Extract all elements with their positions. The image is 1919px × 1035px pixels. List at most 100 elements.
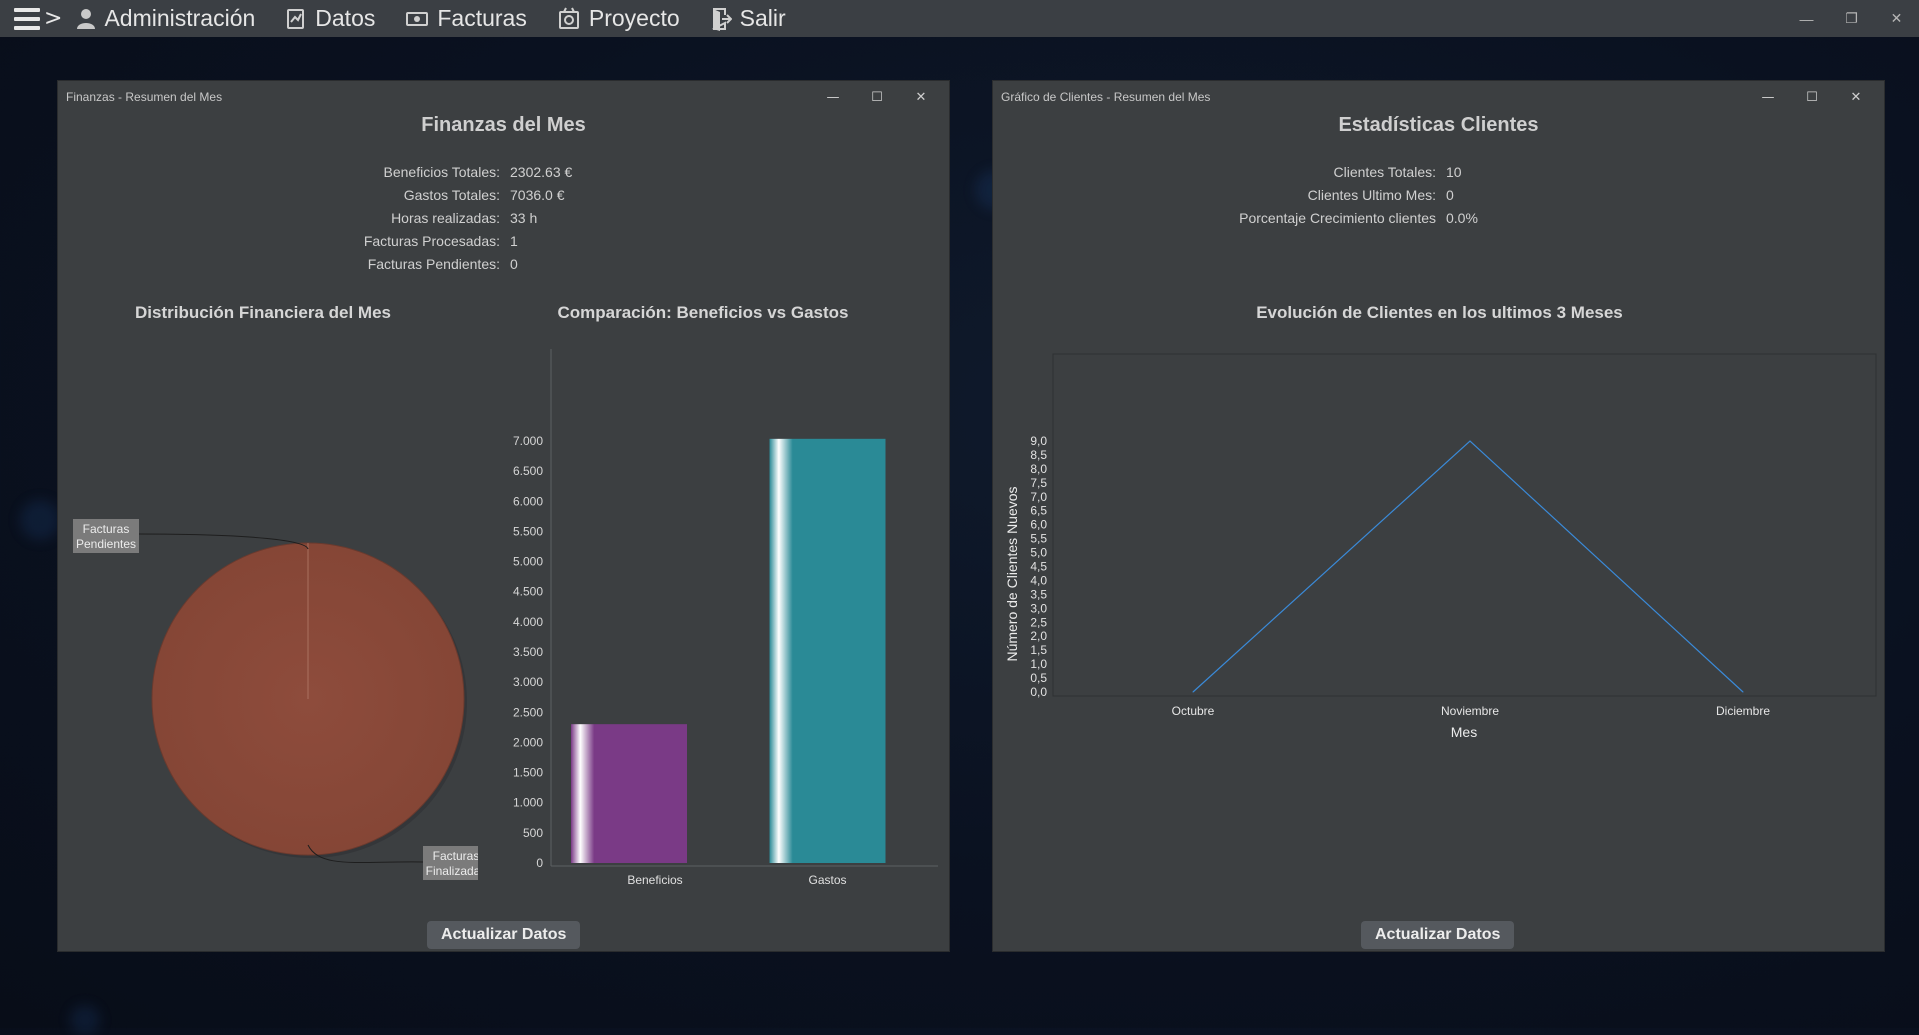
minimize-icon[interactable]: —: [1784, 0, 1829, 37]
stat-label: Beneficios Totales:: [383, 164, 500, 180]
finance-window: Finanzas - Resumen del Mes — ☐ ✕ Finanza…: [57, 80, 950, 952]
data-icon: [287, 8, 305, 29]
stat-value: 7036.0 €: [510, 187, 565, 203]
menu-salir[interactable]: Salir: [710, 5, 786, 32]
menu-label: Proyecto: [588, 5, 680, 31]
y-tick-label: 6,0: [1030, 518, 1047, 532]
maximize-icon[interactable]: ☐: [855, 81, 899, 113]
y-tick-label: 6.000: [513, 494, 543, 508]
stat-row: Beneficios Totales: 2302.63 €: [238, 164, 573, 180]
plot-area: [1052, 353, 1877, 697]
line-chart-title: Evolución de Clientes en los ultimos 3 M…: [1256, 303, 1623, 322]
window-title: Finanzas - Resumen del Mes: [66, 90, 223, 104]
stat-row: Facturas Pendientes: 0: [238, 256, 518, 272]
y-tick-label: 4.500: [513, 585, 543, 599]
user-icon: [77, 8, 96, 29]
stat-value: 33 h: [510, 210, 538, 226]
stat-label: Porcentaje Crecimiento clientes: [1239, 210, 1436, 226]
clients-heading: Estadísticas Clientes: [1338, 114, 1539, 136]
finance-heading: Finanzas del Mes: [421, 114, 586, 136]
stat-value: 0: [510, 256, 518, 272]
close-icon[interactable]: ✕: [1834, 81, 1878, 113]
bar: [571, 724, 687, 863]
data-point: [1192, 691, 1194, 693]
stat-row: Gastos Totales: 7036.0 €: [238, 187, 565, 203]
y-tick-label: 4,5: [1030, 560, 1047, 574]
menu-label: Datos: [315, 5, 376, 31]
stat-value: 2302.63 €: [510, 164, 573, 180]
minimize-icon[interactable]: —: [1746, 81, 1790, 113]
data-point: [1742, 691, 1744, 693]
y-tick-label: 4,0: [1030, 573, 1047, 587]
window-titlebar[interactable]: Finanzas - Resumen del Mes — ☐ ✕: [58, 81, 949, 113]
window-titlebar[interactable]: Gráfico de Clientes - Resumen del Mes — …: [993, 81, 1884, 113]
refresh-button[interactable]: Actualizar Datos: [1361, 921, 1515, 949]
y-tick-label: 7,0: [1030, 490, 1047, 504]
y-tick-label: 500: [523, 826, 543, 840]
line-chart: 0,00,51,01,52,02,53,03,54,04,55,05,56,06…: [1004, 353, 1877, 740]
y-tick-label: 1,5: [1030, 643, 1047, 657]
maximize-icon[interactable]: ☐: [1790, 81, 1834, 113]
y-tick-label: 5,5: [1030, 532, 1047, 546]
data-point: [1469, 440, 1471, 442]
y-tick-label: 2.500: [513, 705, 543, 719]
y-tick-label: 3.500: [513, 645, 543, 659]
pie-label-text: Facturas: [83, 522, 130, 536]
y-tick-label: 3,5: [1030, 587, 1047, 601]
stat-label: Facturas Pendientes:: [367, 256, 500, 272]
y-tick-label: 9,0: [1030, 434, 1047, 448]
stat-row: Clientes Ultimo Mes: 0: [1093, 187, 1454, 203]
clients-window: Gráfico de Clientes - Resumen del Mes — …: [992, 80, 1885, 952]
close-icon[interactable]: ✕: [1874, 0, 1919, 37]
window-controls: — ❐ ✕: [1784, 0, 1919, 37]
background-glow: [70, 1005, 100, 1035]
y-tick-label: 2.000: [513, 735, 543, 749]
menu-proyecto[interactable]: Proyecto: [557, 5, 680, 32]
stat-label: Clientes Ultimo Mes:: [1307, 187, 1436, 203]
y-tick-label: 2,0: [1030, 629, 1047, 643]
bar-chart: 0 500 1.000 1.500 2.000 2.500 3.000 3.500 4.000 4…: [513, 349, 938, 887]
y-tick-label: 5,0: [1030, 546, 1047, 560]
y-tick-label: 6,5: [1030, 504, 1047, 518]
menu-facturas[interactable]: Facturas: [405, 5, 527, 32]
y-axis-label: Número de Clientes Nuevos: [1004, 486, 1020, 661]
y-tick-label: 7.000: [513, 434, 543, 448]
stat-value: 10: [1446, 164, 1462, 180]
stat-label: Horas realizadas:: [391, 210, 500, 226]
stat-value: 0: [1446, 187, 1454, 203]
stat-label: Gastos Totales:: [403, 187, 500, 203]
stat-value: 1: [510, 233, 518, 249]
refresh-button[interactable]: Actualizar Datos: [427, 921, 581, 949]
pie-label-text: Pendientes: [76, 537, 136, 551]
y-tick-label: 3.000: [513, 675, 543, 689]
menu-label: Administración: [104, 5, 256, 31]
y-tick-label: 0: [536, 856, 543, 870]
x-axis-label: Mes: [1451, 724, 1477, 740]
stat-label: Facturas Procesadas:: [363, 233, 500, 249]
y-tick-label: 8,5: [1030, 448, 1047, 462]
close-icon[interactable]: ✕: [899, 81, 943, 113]
menu-bar: > Administración Datos Facturas Proyecto…: [0, 0, 1919, 37]
x-tick-label: Noviembre: [1441, 704, 1499, 718]
x-tick-label: Octubre: [1172, 704, 1215, 718]
menu-administracion[interactable]: Administración: [76, 5, 255, 32]
stat-value: 0.0%: [1446, 210, 1478, 226]
restore-icon[interactable]: ❐: [1829, 0, 1874, 37]
y-tick-label: 3,0: [1030, 601, 1047, 615]
minimize-icon[interactable]: —: [811, 81, 855, 113]
y-tick-label: 5.000: [513, 555, 543, 569]
y-tick-label: 2,5: [1030, 615, 1047, 629]
exit-icon: [712, 7, 732, 31]
money-icon: [406, 11, 429, 26]
stat-label: Clientes Totales:: [1333, 164, 1436, 180]
project-icon: [558, 7, 579, 29]
background-glow: [20, 500, 60, 540]
x-tick-label: Beneficios: [627, 873, 682, 887]
bar-chart-title: Comparación: Beneficios vs Gastos: [557, 303, 849, 322]
y-tick-label: 1.500: [513, 766, 543, 780]
hamburger-menu-icon[interactable]: [14, 7, 40, 30]
y-tick-label: 5.500: [513, 524, 543, 538]
x-tick-label: Gastos: [808, 873, 846, 887]
menu-datos[interactable]: Datos: [285, 5, 375, 32]
stat-row: Porcentaje Crecimiento clientes 0.0%: [1093, 210, 1478, 226]
